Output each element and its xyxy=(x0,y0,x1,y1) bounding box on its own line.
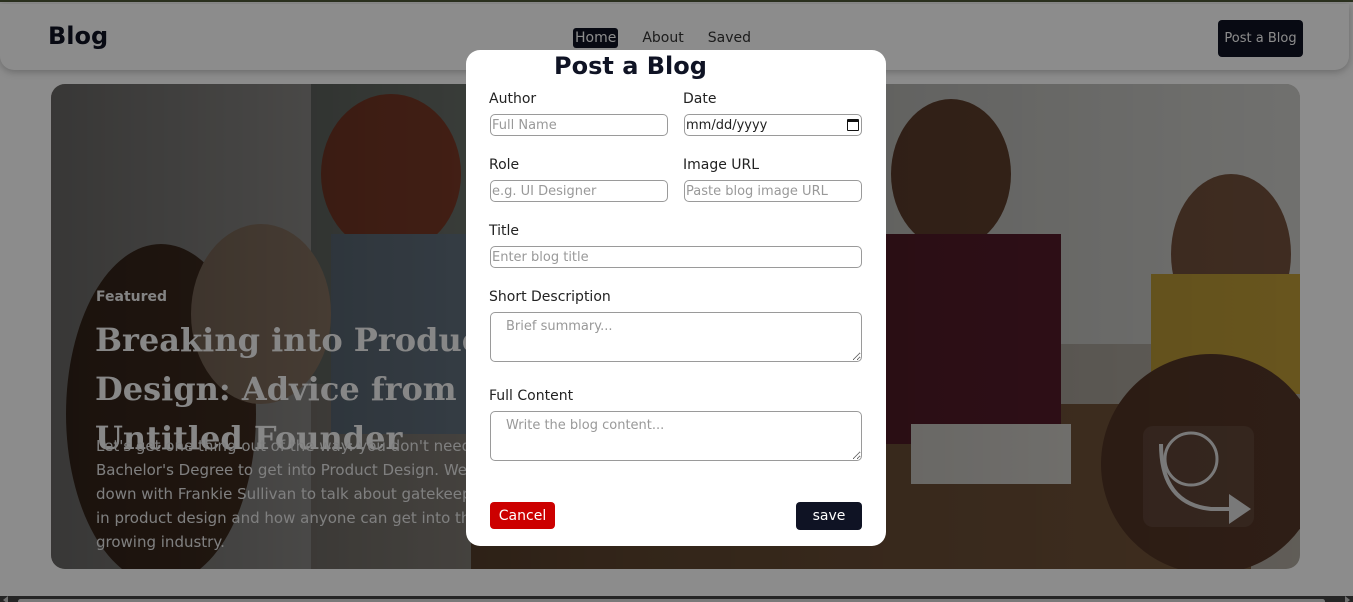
role-input[interactable] xyxy=(490,180,668,202)
full-content-label: Full Content xyxy=(489,388,574,404)
calendar-icon[interactable] xyxy=(847,119,859,131)
image-url-label: Image URL xyxy=(683,157,760,173)
author-input[interactable] xyxy=(490,114,668,136)
author-label: Author xyxy=(489,91,537,107)
title-label: Title xyxy=(489,223,520,239)
date-input[interactable]: mm/dd/yyyy xyxy=(684,114,862,136)
role-label: Role xyxy=(489,157,520,173)
short-description-label: Short Description xyxy=(489,289,611,305)
save-button[interactable]: save xyxy=(796,502,862,530)
modal-title: Post a Blog xyxy=(554,52,707,80)
cancel-button[interactable]: Cancel xyxy=(490,502,555,529)
post-blog-modal: Post a Blog Author Date mm/dd/yyyy Role … xyxy=(466,50,886,546)
date-value: mm/dd/yyyy xyxy=(686,117,768,133)
date-label: Date xyxy=(683,91,717,107)
short-description-textarea[interactable] xyxy=(490,312,862,362)
title-input[interactable] xyxy=(490,246,862,268)
full-content-textarea[interactable] xyxy=(490,411,862,461)
image-url-input[interactable] xyxy=(684,180,862,202)
